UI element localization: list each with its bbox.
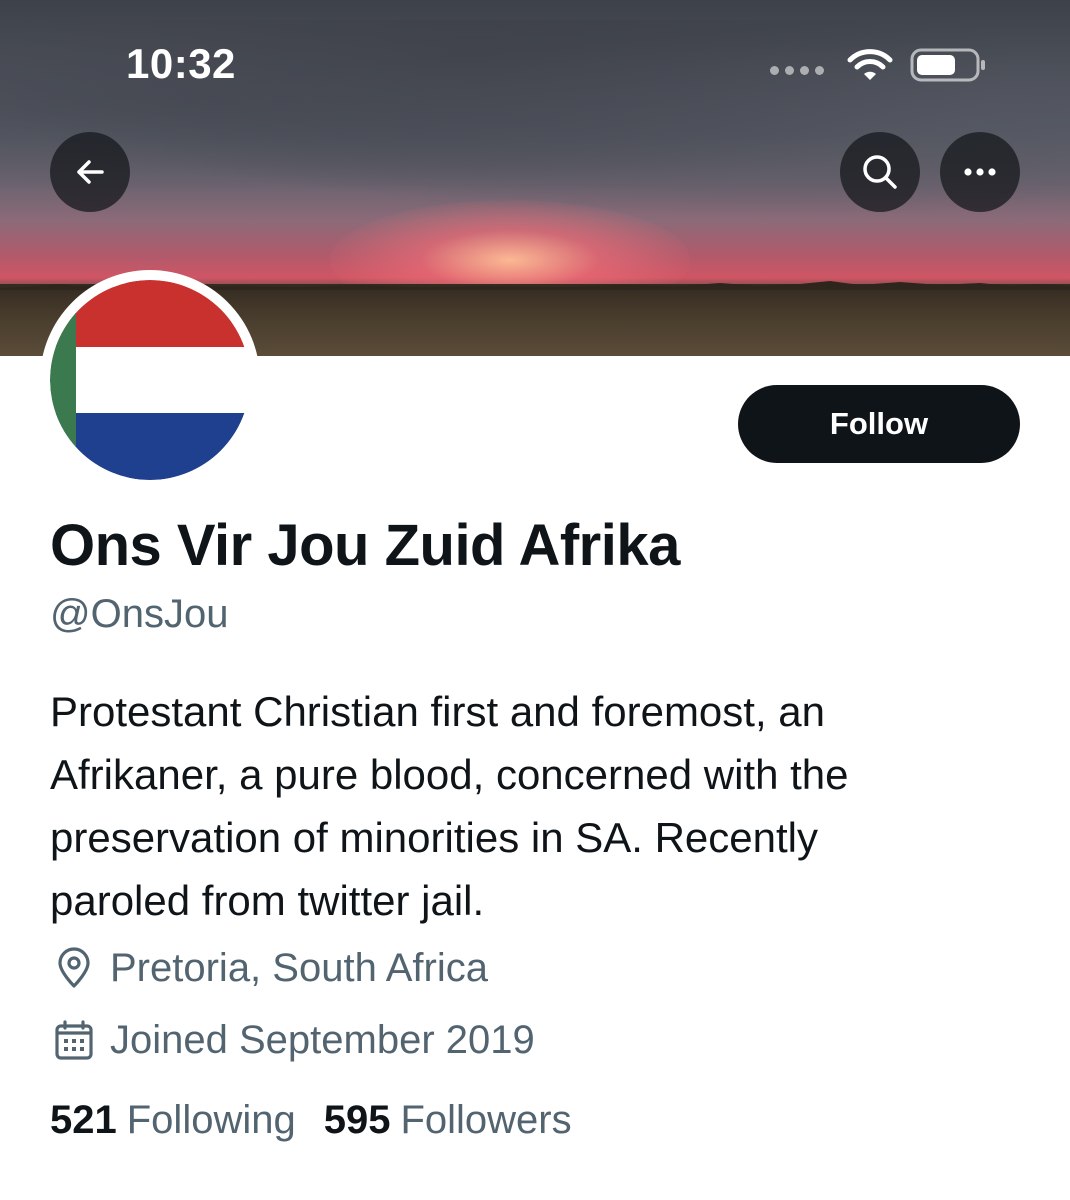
following-count: 521 xyxy=(50,1098,117,1142)
arrow-left-icon xyxy=(77,160,104,184)
bio-line: Protestant Christian first and foremost,… xyxy=(50,688,826,735)
profile-stats: 521 Following 595 Followers xyxy=(50,1098,600,1143)
followers-link[interactable]: 595 Followers xyxy=(324,1098,572,1143)
more-options-button[interactable] xyxy=(940,132,1020,212)
search-button[interactable] xyxy=(840,132,920,212)
followers-label: Followers xyxy=(400,1098,572,1142)
avatar[interactable] xyxy=(40,270,260,490)
flag-avatar-image xyxy=(50,280,250,480)
following-label: Following xyxy=(126,1098,296,1142)
search-icon xyxy=(863,155,897,189)
follow-button[interactable]: Follow xyxy=(738,385,1020,463)
following-link[interactable]: 521 Following xyxy=(50,1098,296,1143)
profile-location: Pretoria, South Africa xyxy=(50,944,488,992)
ellipsis-icon xyxy=(964,168,996,176)
profile-display-name: Ons Vir Jou Zuid Afrika xyxy=(50,513,680,578)
location-text: Pretoria, South Africa xyxy=(110,945,488,990)
profile-joined-date: Joined September 2019 xyxy=(50,1016,535,1064)
bio-line: preservation of minorities in SA. Recent… xyxy=(50,814,818,861)
location-pin-icon xyxy=(50,944,98,992)
battery-icon xyxy=(910,48,985,82)
followers-count: 595 xyxy=(323,1098,391,1142)
profile-handle: @OnsJou xyxy=(50,592,229,636)
wifi-icon xyxy=(847,49,893,80)
status-time: 10:32 xyxy=(126,40,236,87)
cellular-signal-icon xyxy=(770,66,824,75)
joined-text: Joined September 2019 xyxy=(110,1017,535,1062)
back-button[interactable] xyxy=(50,132,130,212)
profile-bio: Protestant Christian first and foremost,… xyxy=(50,680,1010,932)
bio-line: Afrikaner, a pure blood, concerned with … xyxy=(50,751,849,798)
bio-line: paroled from twitter jail. xyxy=(50,877,485,924)
calendar-icon xyxy=(50,1016,98,1064)
